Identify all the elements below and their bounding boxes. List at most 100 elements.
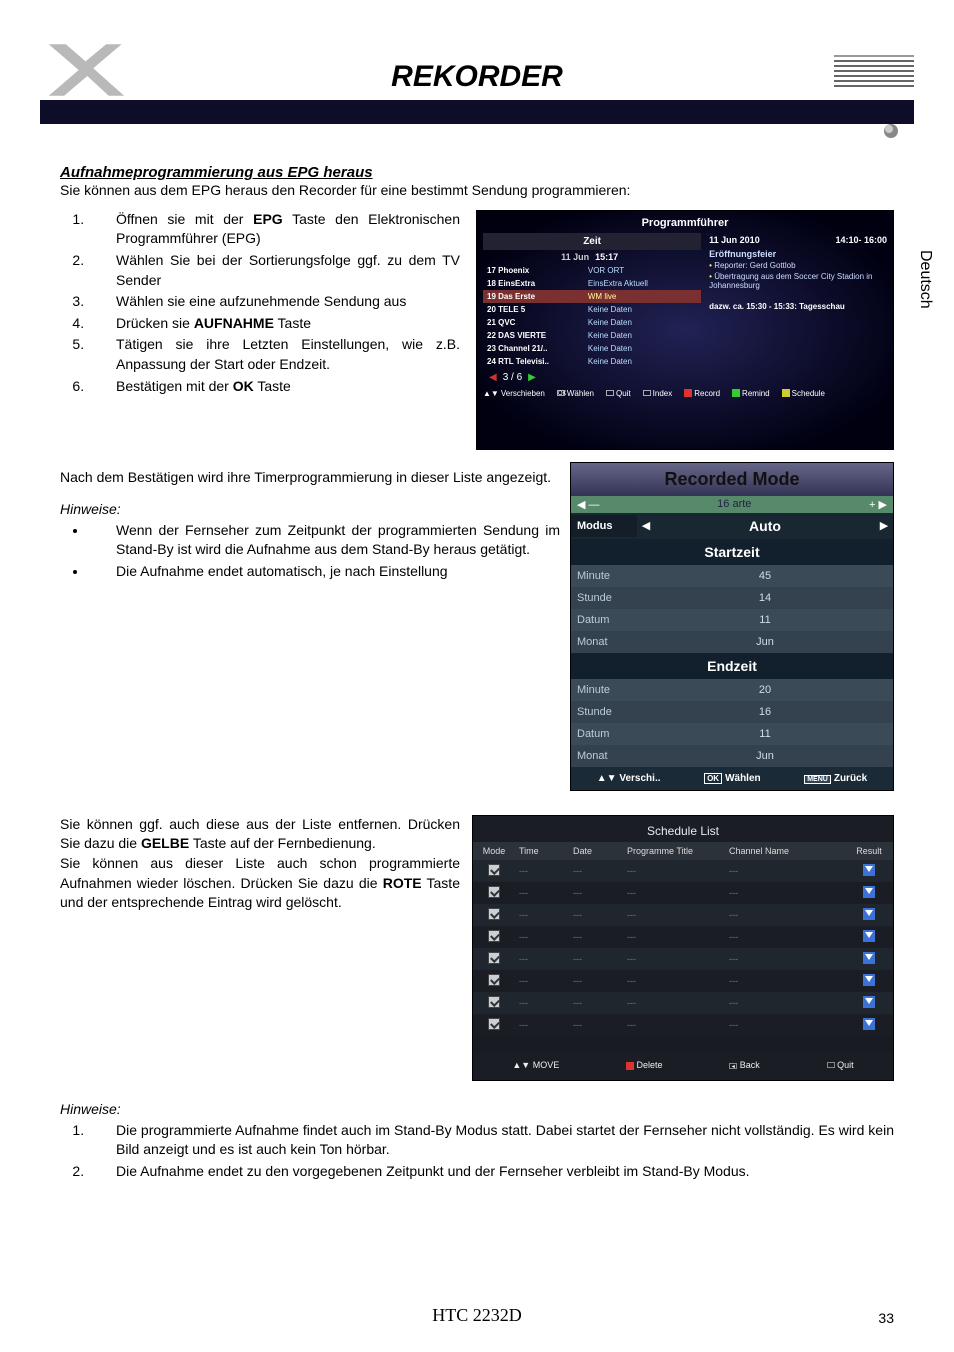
col-prog: Programme Title <box>623 842 725 860</box>
checkbox-icon[interactable] <box>488 1018 500 1030</box>
arrow-right-icon[interactable]: ▶ <box>528 372 536 383</box>
arrow-left-icon[interactable]: ◀ <box>637 519 655 532</box>
epg-foot-index[interactable]: Index <box>643 389 673 398</box>
col-chan: Channel Name <box>725 842 845 860</box>
download-icon <box>863 996 875 1008</box>
schedule-row[interactable]: --------- --- <box>473 948 893 970</box>
epg-channel-row[interactable]: 20 TELE 5Keine Daten <box>483 303 701 316</box>
download-icon <box>863 952 875 964</box>
epg-info-date: 11 Jun 2010 <box>709 235 760 245</box>
checkbox-icon[interactable] <box>488 952 500 964</box>
rec-foot-zurueck[interactable]: MENUZurück <box>804 773 867 784</box>
epg-channel-row[interactable]: 21 QVCKeine Daten <box>483 316 701 329</box>
epg-pager[interactable]: ◀ 3 / 6 ▶ <box>483 368 701 385</box>
epg-foot-schedule[interactable]: Schedule <box>782 389 825 398</box>
epg-info-dazw: dazw. ca. 15:30 - 15:33: Tagesschau <box>709 302 887 311</box>
step-item: Drücken sie AUFNAHME Taste <box>88 314 460 334</box>
download-icon <box>863 930 875 942</box>
step-item: Öffnen sie mit der EPG Taste den Elektro… <box>88 210 460 249</box>
download-icon <box>863 908 875 920</box>
section-intro: Sie können aus dem EPG heraus den Record… <box>60 181 894 200</box>
epg-info-timerange: 14:10- 16:00 <box>835 235 887 245</box>
schedule-row[interactable]: --------- --- <box>473 904 893 926</box>
arrow-left-icon[interactable]: ◀ <box>489 372 497 383</box>
end-datum-row[interactable]: Datum11 <box>571 723 893 745</box>
list-remove-text: Sie können ggf. auch diese aus der Liste… <box>60 815 460 1081</box>
epg-info-line: Übertragung aus dem Soccer City Stadion … <box>709 272 887 290</box>
end-stunde-row[interactable]: Stunde16 <box>571 701 893 723</box>
epg-panel: Programmführer Zeit 11 Jun 15:17 17 Phoe… <box>476 210 894 450</box>
epg-channel-row[interactable]: 18 EinsExtraEinsExtra Aktuell <box>483 277 701 290</box>
arrow-left-icon[interactable]: ◀ — <box>577 498 600 511</box>
section-heading: Aufnahmeprogrammierung aus EPG heraus <box>60 164 894 181</box>
schedule-sep <box>473 1036 893 1052</box>
header-dark-bar <box>40 100 914 124</box>
epg-channel-row[interactable]: 23 Channel 21/..Keine Daten <box>483 342 701 355</box>
schedule-row[interactable]: --------- --- <box>473 926 893 948</box>
epg-pager-text: 3 / 6 <box>503 372 522 383</box>
hints-list-1: Wenn der Fernseher zum Zeitpunkt der pro… <box>60 521 560 582</box>
end-minute-row[interactable]: Minute20 <box>571 679 893 701</box>
checkbox-icon[interactable] <box>488 864 500 876</box>
checkbox-icon[interactable] <box>488 886 500 898</box>
epg-foot-waehlen[interactable]: OKWählen <box>557 389 594 398</box>
epg-foot-quit[interactable]: Quit <box>606 389 631 398</box>
epg-footer: ▲▼ Verschieben OKWählen Quit Index Recor… <box>477 385 893 402</box>
checkbox-icon[interactable] <box>488 996 500 1008</box>
after-confirm-text: Nach dem Bestätigen wird ihre Timerprogr… <box>60 468 560 487</box>
epg-channel-row[interactable]: 22 DAS VIERTEKeine Daten <box>483 329 701 342</box>
col-mode: Mode <box>473 842 515 860</box>
arrow-right-icon[interactable]: + ▶ <box>869 498 887 511</box>
start-datum-row[interactable]: Datum11 <box>571 609 893 631</box>
epg-time: 15:17 <box>595 252 697 262</box>
schedule-row[interactable]: --------- --- <box>473 970 893 992</box>
hints-list-2: Die programmierte Aufnahme findet auch i… <box>60 1121 894 1182</box>
recorded-modus-row[interactable]: Modus ◀ Auto ▶ <box>571 513 893 539</box>
epg-foot-remind[interactable]: Remind <box>732 389 770 398</box>
start-stunde-row[interactable]: Stunde14 <box>571 587 893 609</box>
download-icon <box>863 974 875 986</box>
rec-foot-waehlen[interactable]: OKWählen <box>704 773 761 784</box>
arrow-right-icon[interactable]: ▶ <box>875 519 893 532</box>
epg-channel-row[interactable]: 19 Das ErsteWM live <box>483 290 701 303</box>
page-title: REKORDER <box>60 60 894 94</box>
schedule-row[interactable]: --------- --- <box>473 1014 893 1036</box>
recorded-footer: ▲▼ Verschi.. OKWählen MENUZurück <box>571 767 893 790</box>
sched-foot-back[interactable]: ◂ Back <box>729 1060 760 1070</box>
col-time: Time <box>515 842 569 860</box>
download-icon <box>863 1018 875 1030</box>
recorded-channel: 16 arte <box>600 498 870 510</box>
schedule-row[interactable]: --------- --- <box>473 992 893 1014</box>
recorded-channel-row[interactable]: ◀ — 16 arte + ▶ <box>571 496 893 513</box>
startzeit-header: Startzeit <box>571 539 893 565</box>
epg-channel-row[interactable]: 17 PhoenixVOR ORT <box>483 264 701 277</box>
epg-date-row: 11 Jun 15:17 <box>483 250 701 264</box>
sched-foot-quit[interactable]: Quit <box>827 1060 854 1070</box>
checkbox-icon[interactable] <box>488 974 500 986</box>
sched-foot-move: ▲▼ MOVE <box>512 1060 559 1070</box>
step-item: Tätigen sie ihre Letzten Einstellungen, … <box>88 335 460 374</box>
col-result: Result <box>845 842 893 860</box>
modus-value: Auto <box>655 513 875 539</box>
schedule-row[interactable]: --------- --- <box>473 882 893 904</box>
epg-info-line: Reporter: Gerd Gottlob <box>709 261 887 270</box>
language-tab: Deutsch <box>916 250 934 309</box>
step-item: Wählen Sie bei der Sortierungsfolge ggf.… <box>88 251 460 290</box>
epg-foot-verschieben: ▲▼ Verschieben <box>483 389 545 398</box>
epg-foot-record[interactable]: Record <box>684 389 720 398</box>
hint-item: Die programmierte Aufnahme findet auch i… <box>88 1121 894 1160</box>
epg-zeit-label: Zeit <box>483 233 701 250</box>
start-monat-row[interactable]: MonatJun <box>571 631 893 653</box>
start-minute-row[interactable]: Minute45 <box>571 565 893 587</box>
recorded-title: Recorded Mode <box>571 463 893 496</box>
checkbox-icon[interactable] <box>488 930 500 942</box>
modus-label: Modus <box>571 515 637 537</box>
sched-foot-delete[interactable]: Delete <box>626 1060 663 1070</box>
end-monat-row[interactable]: MonatJun <box>571 745 893 767</box>
schedule-row[interactable]: --------- --- <box>473 860 893 882</box>
download-icon <box>863 886 875 898</box>
download-icon <box>863 864 875 876</box>
epg-channel-row[interactable]: 24 RTL Televisi..Keine Daten <box>483 355 701 368</box>
page-number: 33 <box>878 1310 894 1326</box>
checkbox-icon[interactable] <box>488 908 500 920</box>
